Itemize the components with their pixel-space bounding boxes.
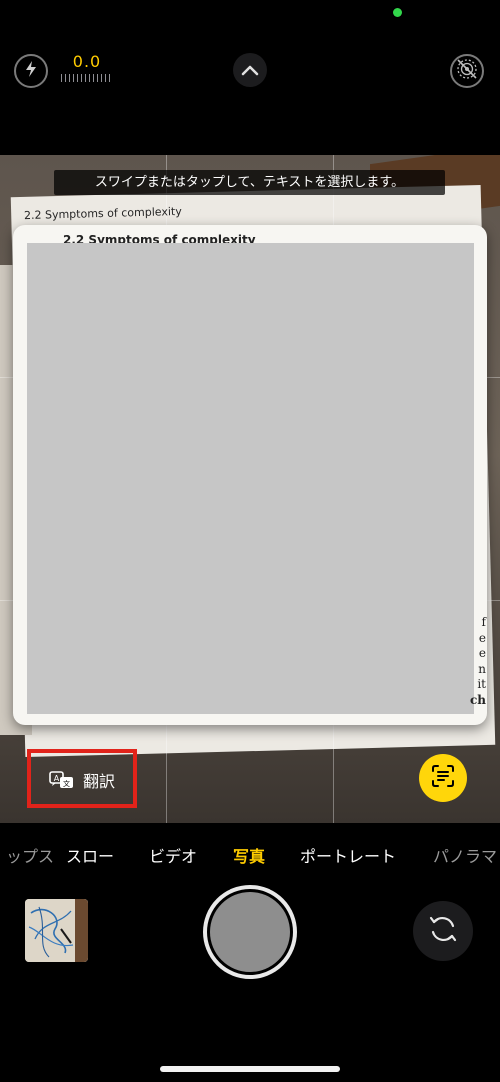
- edge-letter: e: [478, 646, 486, 660]
- redacted-text-area: [27, 243, 474, 714]
- flash-off-icon: [23, 60, 39, 82]
- mode-video[interactable]: ビデオ: [149, 843, 197, 867]
- camera-flip-icon: [426, 912, 460, 950]
- live-text-icon: [430, 763, 456, 793]
- exposure-value[interactable]: 0.0: [62, 52, 112, 71]
- mode-photo[interactable]: 写真: [233, 843, 265, 867]
- chevron-up-icon: [241, 61, 259, 80]
- translate-button[interactable]: A 文 翻訳: [33, 757, 135, 803]
- shutter-button[interactable]: [203, 885, 297, 979]
- controls-toggle-button[interactable]: [233, 53, 267, 87]
- mode-time-lapse[interactable]: ップス: [6, 843, 54, 867]
- last-photo-thumbnail[interactable]: [25, 899, 88, 962]
- edge-letter: ch: [470, 692, 487, 707]
- mode-panorama[interactable]: パノラマ: [433, 843, 497, 867]
- camera-in-use-indicator: [393, 8, 402, 17]
- edge-letter: it: [477, 677, 486, 691]
- camera-flip-button[interactable]: [413, 901, 473, 961]
- live-text-hint: スワイプまたはタップして、テキストを選択します。: [54, 170, 445, 195]
- edge-letter: n: [478, 661, 486, 676]
- translate-label: 翻訳: [83, 772, 116, 791]
- shutter-inner: [210, 892, 290, 972]
- flash-button[interactable]: [14, 54, 48, 88]
- live-text-button[interactable]: [419, 754, 467, 802]
- live-text-card[interactable]: 2.2 Symptoms of complexity f e e n it ch: [13, 225, 487, 725]
- edge-letter: e: [478, 630, 486, 645]
- exposure-scale[interactable]: [61, 74, 112, 82]
- svg-text:文: 文: [63, 779, 70, 788]
- live-photo-off-icon: [455, 57, 479, 85]
- edge-text-fragments[interactable]: f e e n it ch: [470, 615, 486, 708]
- edge-letter: f: [481, 615, 486, 629]
- svg-text:A: A: [54, 774, 60, 783]
- translate-icon: A 文: [49, 771, 75, 789]
- thumbnail-image: [25, 899, 88, 962]
- mode-slo-mo[interactable]: スロー: [66, 843, 114, 867]
- home-indicator[interactable]: [160, 1066, 340, 1072]
- camera-app: 0.0 2.2 Symptoms of complexity スワイプまたはタッ…: [0, 0, 500, 1082]
- mode-portrait[interactable]: ポートレート: [300, 843, 396, 867]
- live-photo-button[interactable]: [450, 54, 484, 88]
